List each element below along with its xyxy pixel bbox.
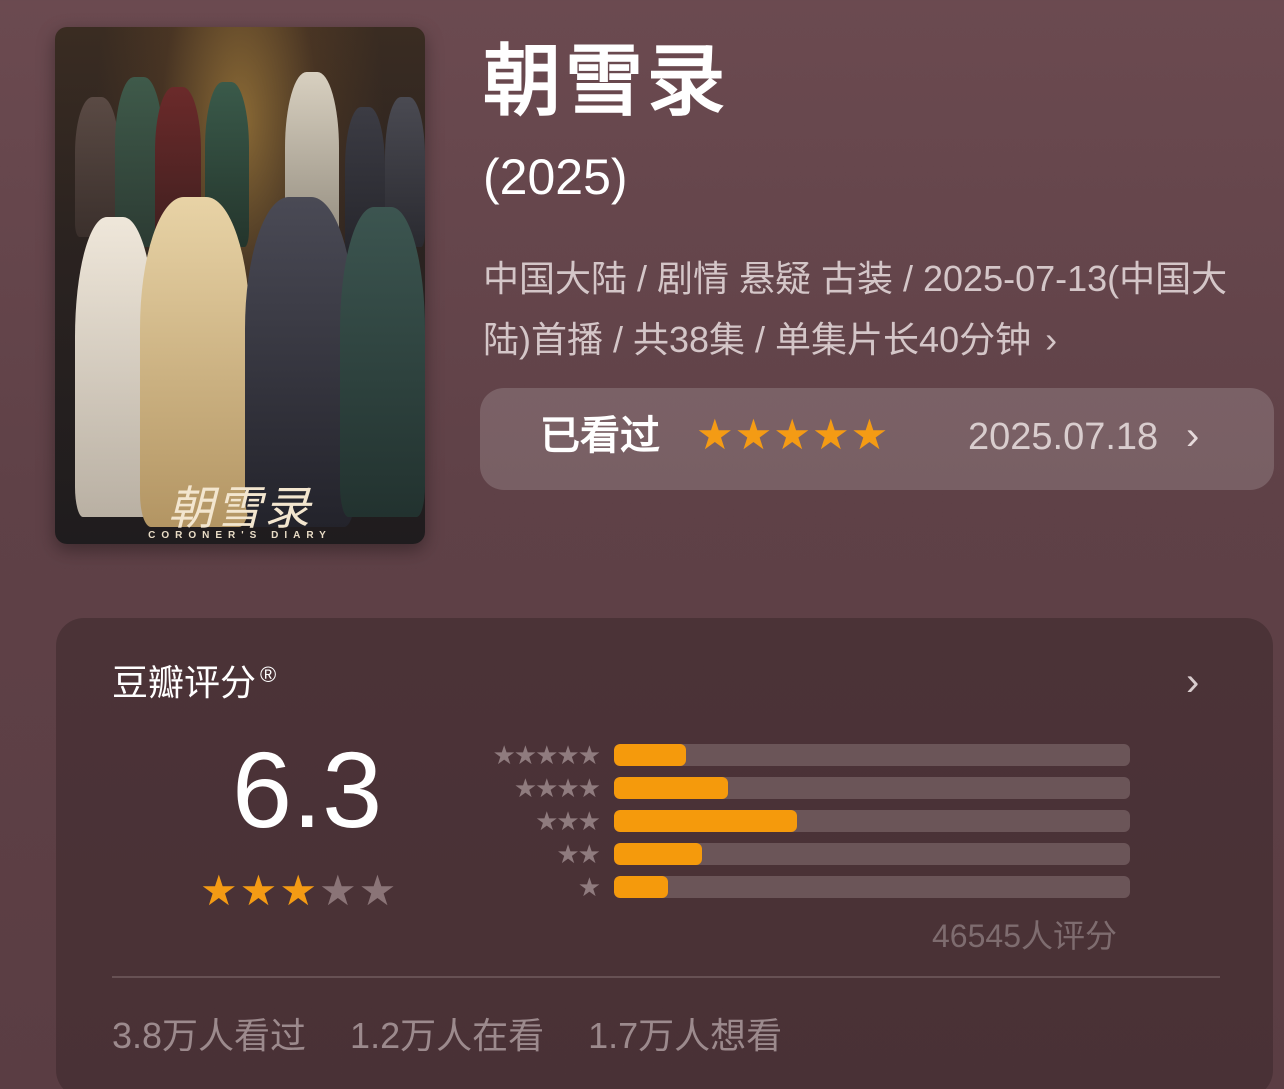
stat-watched[interactable]: 3.8万人看过 — [112, 1015, 306, 1056]
distribution-bar-fill — [614, 843, 702, 865]
chevron-right-icon[interactable]: › — [1186, 662, 1199, 702]
poster-image[interactable]: 朝雪录 CORONER'S DIARY — [55, 27, 425, 544]
star-level-icon: ★★★★ — [513, 773, 601, 803]
watched-date: 2025.07.18 — [968, 416, 1159, 458]
distribution-bar-track — [614, 777, 1130, 799]
star-level-icon: ★★ — [556, 839, 601, 869]
distribution-bar-fill — [614, 876, 669, 898]
rating-stars: ★★★★★ — [200, 870, 398, 912]
rating-title[interactable]: 豆瓣评分 ® — [112, 664, 276, 701]
distribution-row: ★★★★★ — [464, 742, 1134, 775]
registered-mark: ® — [260, 662, 277, 687]
star-level-icon: ★★★ — [535, 806, 601, 836]
rating-title-text: 豆瓣评分 — [112, 662, 257, 703]
distribution-bar-fill — [614, 810, 798, 832]
stat-want[interactable]: 1.7万人想看 — [588, 1015, 782, 1056]
meta-info[interactable]: 中国大陆 / 剧情 悬疑 古装 / 2025-07-13(中国大陆)首播 / 共… — [483, 248, 1273, 370]
stat-watching[interactable]: 1.2万人在看 — [350, 1015, 544, 1056]
star-icon: ★ — [239, 867, 280, 914]
distribution-bar-fill — [614, 744, 687, 766]
distribution-bar-track — [614, 876, 1130, 898]
distribution-bar-track — [614, 843, 1130, 865]
star-icon: ★ — [850, 411, 890, 458]
rating-count[interactable]: 46545人评分 — [932, 920, 1117, 952]
distribution-bar-track — [614, 810, 1130, 832]
distribution-row: ★★★★ — [464, 775, 1134, 808]
page-title: 朝雪录 — [483, 37, 730, 125]
chevron-right-icon: › — [1186, 414, 1200, 458]
divider — [112, 976, 1220, 978]
star-level-icon: ★★★★★ — [492, 740, 601, 770]
star-icon: ★ — [734, 411, 774, 458]
star-icon: ★ — [279, 867, 319, 914]
chevron-right-icon: › — [1045, 319, 1058, 360]
audience-stats: 3.8万人看过 1.2万人在看 1.7万人想看 — [112, 1018, 826, 1054]
poster-title-art: 朝雪录 — [168, 481, 312, 535]
star-icon: ★ — [200, 867, 240, 914]
poster-subtitle-art: CORONER'S DIARY — [148, 530, 332, 541]
star-icon: ★ — [318, 867, 359, 914]
my-rating-stars: ★★★★★ — [696, 414, 889, 456]
watched-status-button[interactable]: 已看过 ★★★★★ 2025.07.18 › — [480, 388, 1274, 490]
release-year: (2025) — [483, 149, 628, 205]
star-icon: ★ — [773, 411, 812, 458]
distribution-row: ★★ — [464, 841, 1134, 874]
rating-card: 豆瓣评分 ® › 6.3 ★★★★★ ★★★★★ ★★★★ ★★★ ★★ ★ 46545人… — [56, 618, 1273, 1089]
meta-text: 中国大陆 / 剧情 悬疑 古装 / 2025-07-13(中国大陆)首播 / 共… — [483, 258, 1228, 360]
rating-distribution: ★★★★★ ★★★★ ★★★ ★★ ★ — [464, 742, 1134, 907]
distribution-bar-fill — [614, 777, 728, 799]
star-icon: ★ — [696, 411, 735, 458]
distribution-row: ★★★ — [464, 808, 1134, 841]
star-icon: ★ — [358, 867, 399, 914]
rating-score: 6.3 — [232, 729, 383, 850]
watched-label: 已看过 — [540, 414, 660, 458]
star-icon: ★ — [811, 411, 851, 458]
distribution-row: ★ — [464, 874, 1134, 907]
star-level-icon: ★ — [577, 872, 601, 902]
distribution-bar-track — [614, 744, 1130, 766]
